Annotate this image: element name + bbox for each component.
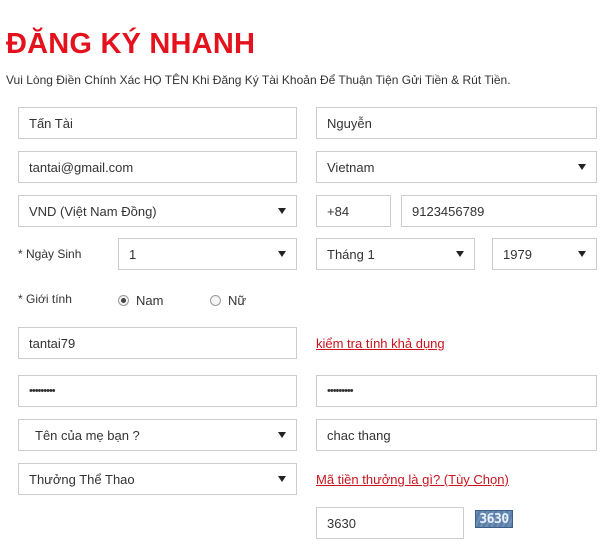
captcha-image: 3630 — [475, 510, 513, 528]
first-name-input[interactable] — [18, 107, 297, 139]
gender-female-radio[interactable]: Nữ — [210, 293, 246, 308]
caret-down-icon — [578, 251, 586, 257]
bonus-type-select[interactable]: Thưởng Thể Thao — [18, 463, 297, 495]
currency-select-value: VND (Việt Nam Đồng) — [29, 203, 157, 219]
confirm-password-value: ••••••••• — [327, 385, 354, 397]
birth-year-select[interactable]: 1979 — [492, 238, 597, 270]
bonus-type-value: Thưởng Thể Thao — [29, 471, 135, 487]
birthdate-label: * Ngày Sinh — [18, 247, 82, 261]
last-name-input[interactable] — [316, 107, 597, 139]
bonus-code-link[interactable]: Mã tiền thưởng là gì? (Tùy Chọn) — [316, 472, 509, 487]
check-availability-link[interactable]: kiểm tra tính khả dụng — [316, 336, 445, 351]
security-question-select[interactable]: Tên của mẹ bạn ? — [18, 419, 297, 451]
birth-month-value: Tháng 1 — [327, 246, 375, 262]
phone-code-input[interactable] — [316, 195, 391, 227]
caret-down-icon — [278, 476, 286, 482]
confirm-password-input[interactable]: ••••••••• — [316, 375, 597, 407]
captcha-input[interactable] — [316, 507, 464, 539]
page-title: ĐĂNG KÝ NHANH — [6, 28, 256, 60]
password-value: ••••••••• — [29, 385, 56, 397]
gender-female-label: Nữ — [228, 293, 247, 308]
birth-day-value: 1 — [129, 246, 137, 262]
caret-down-icon — [278, 251, 286, 257]
caret-down-icon — [578, 164, 586, 170]
email-input[interactable] — [18, 151, 297, 183]
radio-button-icon — [118, 295, 129, 306]
password-input[interactable]: ••••••••• — [18, 375, 297, 407]
security-question-value: Tên của mẹ bạn ? — [35, 427, 140, 443]
gender-male-radio[interactable]: Nam — [118, 293, 163, 308]
username-input[interactable] — [18, 327, 297, 359]
phone-number-input[interactable] — [401, 195, 597, 227]
gender-label: * Giới tính — [18, 292, 72, 306]
country-select[interactable]: Vietnam — [316, 151, 597, 183]
caret-down-icon — [278, 208, 286, 214]
security-answer-input[interactable] — [316, 419, 597, 451]
country-select-value: Vietnam — [327, 159, 375, 175]
birth-year-value: 1979 — [503, 246, 532, 262]
currency-select[interactable]: VND (Việt Nam Đồng) — [18, 195, 297, 227]
birth-day-select[interactable]: 1 — [118, 238, 297, 270]
page-subtitle: Vui Lòng Điền Chính Xác HỌ TÊN Khi Đăng … — [6, 73, 511, 87]
gender-male-label: Nam — [136, 293, 164, 308]
caret-down-icon — [456, 251, 464, 257]
radio-button-icon — [210, 295, 221, 306]
birth-month-select[interactable]: Tháng 1 — [316, 238, 475, 270]
caret-down-icon — [278, 432, 286, 438]
